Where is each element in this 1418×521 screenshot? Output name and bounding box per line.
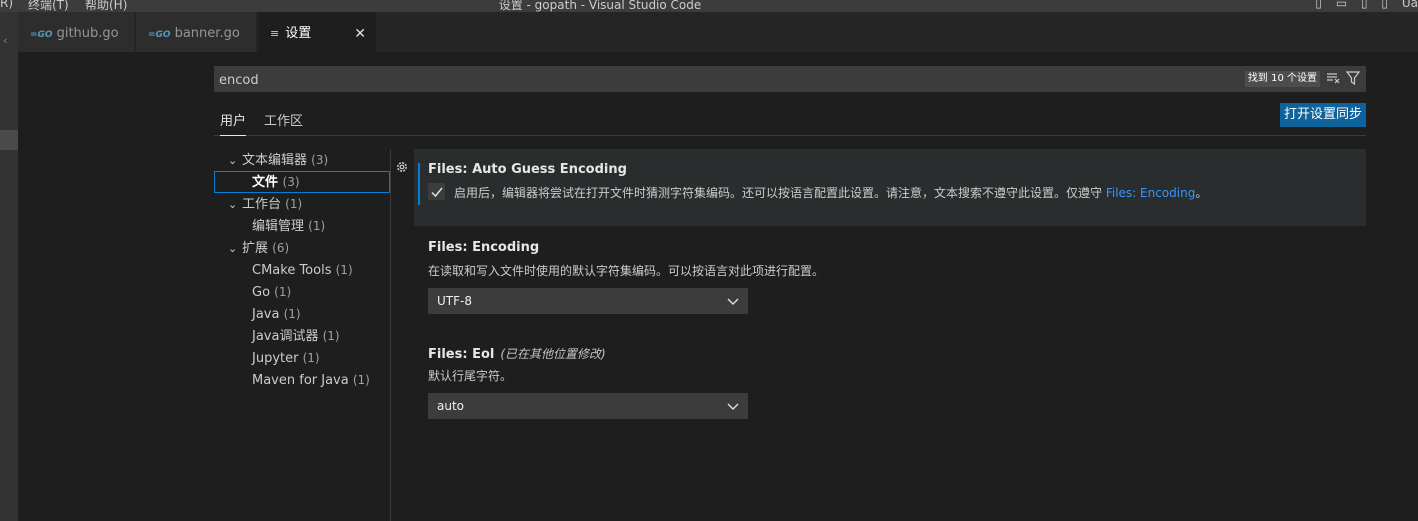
toc-label: Jupyter	[252, 351, 299, 366]
modified-elsewhere-indicator[interactable]: (已在其他位置修改)	[500, 347, 605, 361]
settings-sync-button[interactable]: 打开设置同步	[1279, 103, 1366, 127]
filter-icon[interactable]	[1346, 71, 1360, 85]
toc-label: 文件	[252, 175, 279, 190]
editor-tabs: =GO github.go =GO banner.go ≡ 设置 ✕	[18, 12, 1418, 52]
toc-count: (3)	[311, 153, 329, 167]
chevron-down-icon: ⌄	[228, 198, 238, 211]
toc-count: (1)	[322, 329, 340, 343]
setting-description-auto-guess-encoding: 启用后，编辑器将尝试在打开文件时猜测字符集编码。还可以按语言配置此设置。请注意，…	[454, 184, 1207, 201]
setting-category: Files:	[428, 347, 473, 362]
settings-scope-tabs: 用户 工作区 打开设置同步	[214, 103, 1366, 136]
toc-count: (1)	[335, 263, 353, 277]
title-bar: R) 终端(T) 帮助(H) 设置 - gopath - Visual Stud…	[0, 0, 1418, 12]
tab-label: github.go	[56, 26, 119, 41]
toc-item-extensions[interactable]: ⌄ 扩展 (6)	[214, 237, 390, 259]
setting-title-eol: Files: Eol (已在其他位置修改)	[428, 345, 606, 362]
tab-settings[interactable]: ≡ 设置 ✕	[258, 12, 376, 52]
chevron-down-icon	[727, 403, 739, 410]
customize-layout-icon[interactable]: ▯	[1381, 0, 1388, 10]
description-text: 启用后，编辑器将尝试在打开文件时猜测字符集编码。还可以按语言配置此设置。请注意，…	[454, 186, 1106, 200]
toc-label: Go	[252, 285, 271, 300]
setting-name: Encoding	[472, 240, 540, 255]
encoding-select[interactable]: UTF-8	[428, 288, 748, 314]
toggle-secondary-sidebar-icon[interactable]: ▯	[1361, 0, 1368, 10]
activity-bar: ‹	[0, 12, 18, 521]
setting-title-auto-guess-encoding: Files: Auto Guess Encoding	[428, 162, 627, 177]
checkmark-icon	[431, 187, 443, 198]
toc-count: (1)	[274, 285, 292, 299]
eol-value: auto	[437, 399, 465, 413]
tab-workspace[interactable]: 工作区	[264, 110, 303, 129]
toc-item-jupyter[interactable]: Jupyter (1)	[214, 347, 390, 369]
setting-category: Files:	[428, 162, 473, 177]
toc-label: Maven for Java	[252, 373, 349, 388]
encoding-value: UTF-8	[437, 294, 472, 308]
settings-search: 找到 10 个设置	[214, 66, 1366, 94]
go-file-icon: =GO	[148, 30, 171, 40]
chevron-left-icon[interactable]: ‹	[3, 34, 7, 47]
description-end: 。	[1195, 186, 1208, 200]
tab-github-go[interactable]: =GO github.go	[18, 12, 134, 52]
toc-count: (1)	[308, 219, 326, 233]
result-count-badge: 找到 10 个设置	[1244, 71, 1320, 87]
chevron-down-icon: ⌄	[228, 242, 238, 255]
toc-count: (1)	[283, 307, 301, 321]
chevron-down-icon	[727, 298, 739, 305]
auto-guess-checkbox[interactable]	[428, 183, 445, 200]
go-file-icon: =GO	[30, 30, 53, 40]
activity-item-active[interactable]	[0, 130, 18, 150]
setting-name: Eol	[472, 347, 495, 362]
setting-description-encoding: 在读取和写入文件时使用的默认字符集编码。可以按语言对此项进行配置。	[428, 264, 825, 278]
toc-count: (1)	[352, 373, 370, 387]
toc-item-files[interactable]: 文件 (3)	[214, 171, 390, 193]
toc-item-workbench[interactable]: ⌄ 工作台 (1)	[214, 193, 390, 215]
toc-label: 工作台	[242, 197, 282, 212]
tab-label: banner.go	[174, 26, 240, 41]
tab-user[interactable]: 用户	[220, 110, 247, 136]
toggle-panel-icon[interactable]: ▭	[1336, 0, 1347, 10]
window-partial-text: Ua	[1401, 0, 1418, 10]
toc-item-java[interactable]: Java (1)	[214, 303, 390, 325]
layout-controls: ▯ ▭ ▯ ▯ Ua	[1305, 0, 1418, 10]
toc-label: 文本编辑器	[242, 153, 308, 168]
toc-count: (1)	[302, 351, 320, 365]
toc-count: (3)	[282, 175, 300, 189]
toc-item-editor-management[interactable]: 编辑管理 (1)	[214, 215, 390, 237]
focus-indicator	[418, 163, 420, 205]
files-encoding-link[interactable]: Files: Encoding	[1106, 186, 1196, 200]
toggle-sidebar-icon[interactable]: ▯	[1315, 0, 1322, 10]
toc-count: (6)	[272, 241, 290, 255]
gear-icon[interactable]	[395, 160, 409, 174]
toc-label: 扩展	[242, 241, 269, 256]
toc-label: CMake Tools	[252, 263, 332, 278]
search-input[interactable]	[214, 66, 1221, 94]
toc-item-text-editor[interactable]: ⌄ 文本编辑器 (3)	[214, 149, 390, 171]
toc-divider	[390, 149, 391, 521]
toc-count: (1)	[285, 197, 303, 211]
toc-label: Java	[252, 307, 280, 322]
toc-item-maven-for-java[interactable]: Maven for Java (1)	[214, 369, 390, 391]
setting-category: Files:	[428, 240, 473, 255]
clear-filter-icon[interactable]	[1326, 71, 1340, 85]
close-icon[interactable]: ✕	[354, 12, 366, 56]
tab-banner-go[interactable]: =GO banner.go	[136, 12, 256, 52]
toc-item-go[interactable]: Go (1)	[214, 281, 390, 303]
chevron-down-icon: ⌄	[228, 154, 238, 167]
eol-select[interactable]: auto	[428, 393, 748, 419]
toc-item-cmake-tools[interactable]: CMake Tools (1)	[214, 259, 390, 281]
toc-label: Java调试器	[252, 329, 319, 344]
window-title: 设置 - gopath - Visual Studio Code	[498, 0, 702, 12]
settings-list-icon: ≡	[270, 27, 280, 40]
toc-label: 编辑管理	[252, 219, 305, 234]
toc-item-java-debugger[interactable]: Java调试器 (1)	[214, 325, 390, 347]
setting-description-eol: 默认行尾字符。	[428, 369, 513, 383]
tab-label: 设置	[285, 26, 312, 41]
setting-name: Auto Guess Encoding	[472, 162, 627, 177]
setting-title-encoding: Files: Encoding	[428, 240, 539, 255]
